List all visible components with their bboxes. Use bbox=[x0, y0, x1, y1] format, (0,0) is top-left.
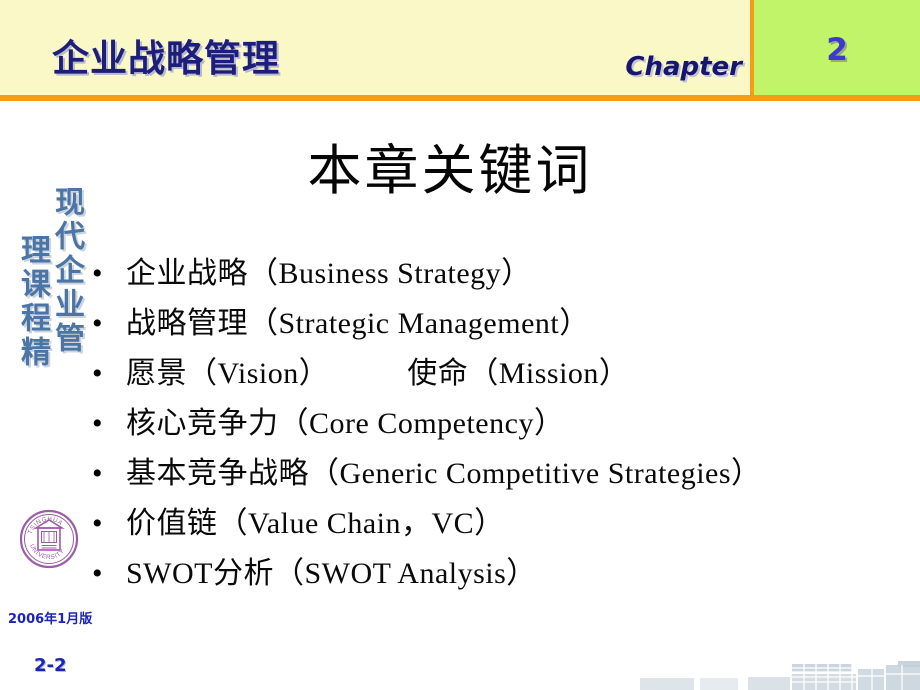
keyword-list: • 企业战略（Business Strategy） • 战略管理（Strateg… bbox=[92, 248, 892, 598]
chapter-label: Chapter bbox=[625, 52, 742, 82]
slide-header: 企业战略管理 Chapter 2 bbox=[0, 0, 920, 101]
watermark-column-left: 理课程精 bbox=[15, 234, 50, 370]
bullet-icon: • bbox=[92, 457, 103, 490]
list-item: • SWOT分析（SWOT Analysis） bbox=[92, 548, 892, 598]
page-number: 2-2 bbox=[34, 655, 67, 676]
presentation-slide: 企业战略管理 Chapter 2 本章关键词 • 企业战略（Business S… bbox=[0, 0, 920, 690]
page-title: 本章关键词 bbox=[307, 141, 593, 201]
list-item: • 核心竞争力（Core Competency） bbox=[92, 398, 892, 448]
list-item: • 价值链（Value Chain，VC） bbox=[92, 498, 892, 548]
bullet-icon: • bbox=[92, 507, 103, 540]
list-item-label: 基本竞争战略（Generic Competitive Strategies） bbox=[126, 457, 762, 490]
university-seal-icon: TSINGHUA UNIVERSITY bbox=[18, 508, 80, 570]
vertical-course-watermark: 现代企业管 理课程精 bbox=[14, 186, 88, 506]
list-item-label: 价值链（Value Chain，VC） bbox=[126, 507, 505, 540]
list-item-label: 战略管理（Strategic Management） bbox=[126, 307, 590, 340]
version-label: 2006年1月版 bbox=[8, 612, 93, 627]
list-item: • 愿景（Vision） 使命（Mission） bbox=[92, 348, 892, 398]
list-item-label: 核心竞争力（Core Competency） bbox=[126, 407, 565, 440]
bullet-icon: • bbox=[92, 307, 103, 340]
bullet-icon: • bbox=[92, 557, 103, 590]
skyline-graphic-icon bbox=[640, 656, 920, 690]
list-item-label: 企业战略（Business Strategy） bbox=[126, 257, 532, 290]
list-item: • 战略管理（Strategic Management） bbox=[92, 298, 892, 348]
bullet-icon: • bbox=[92, 407, 103, 440]
list-item-label: SWOT分析（SWOT Analysis） bbox=[126, 557, 537, 590]
list-item-label-secondary: 使命（Mission） bbox=[407, 357, 630, 390]
chapter-number: 2 bbox=[826, 32, 848, 68]
list-item-label-primary: 愿景（Vision） bbox=[126, 357, 330, 390]
header-accent-rule bbox=[0, 95, 920, 101]
list-item: • 企业战略（Business Strategy） bbox=[92, 248, 892, 298]
list-item: • 基本竞争战略（Generic Competitive Strategies） bbox=[92, 448, 892, 498]
bullet-icon: • bbox=[92, 257, 103, 290]
course-title: 企业战略管理 bbox=[52, 37, 280, 80]
bullet-icon: • bbox=[92, 357, 103, 390]
